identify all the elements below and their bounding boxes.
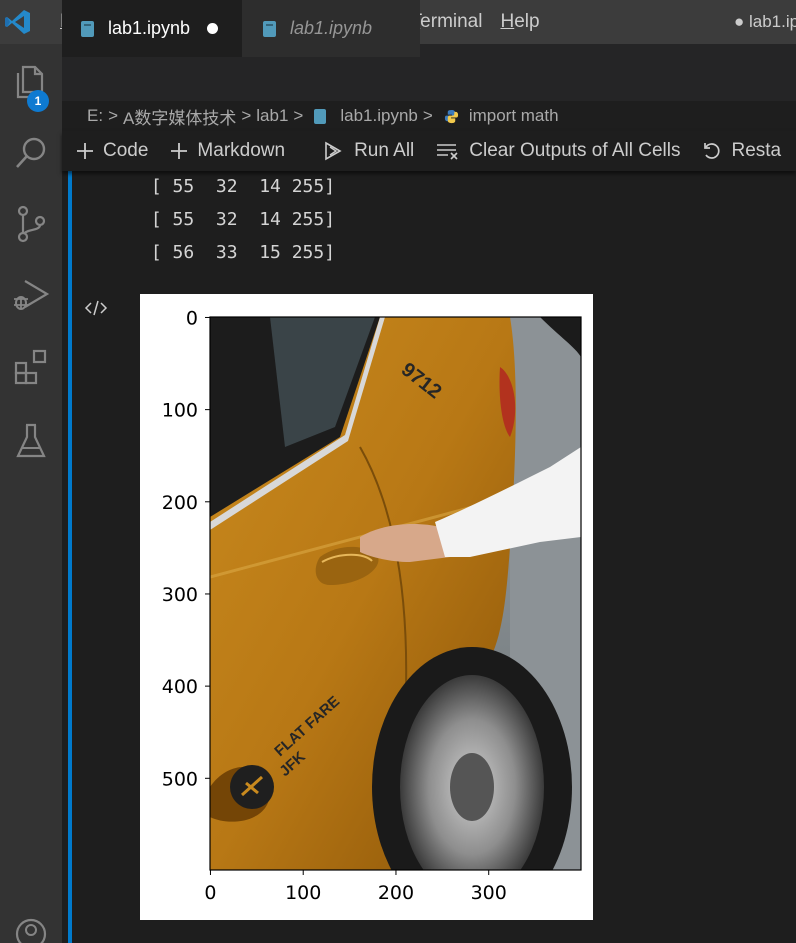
- python-icon: [444, 109, 458, 123]
- image-plot-output: FLAT FARE JFK 9712 0 100 200 300 0 100 200 300 4…: [140, 294, 593, 920]
- output-text-line: [ 55 32 14 255]: [140, 176, 336, 197]
- restart-kernel-button[interactable]: Resta: [702, 140, 781, 162]
- run-all-button[interactable]: Run All: [323, 140, 414, 162]
- notebook-file-icon: [263, 20, 276, 37]
- clear-outputs-button[interactable]: Clear Outputs of All Cells: [436, 140, 680, 162]
- output-mimetype-icon[interactable]: [84, 299, 108, 317]
- activity-bar: 1: [0, 44, 62, 943]
- restart-icon: [702, 141, 722, 161]
- window-title: ● lab1.ip: [734, 12, 796, 31]
- notebook-file-icon: [314, 108, 327, 124]
- breadcrumb-file[interactable]: lab1.ipynb: [308, 106, 418, 126]
- plot-axes: 0 100 200 300 0 100 200 300 400 500: [162, 307, 582, 904]
- breadcrumb-drive[interactable]: E:: [87, 106, 103, 126]
- plus-icon: [76, 142, 94, 160]
- breadcrumb-symbol[interactable]: import math: [438, 106, 559, 126]
- clear-all-icon: [436, 142, 460, 160]
- menu-label-rest: elp: [514, 11, 540, 32]
- run-all-icon: [323, 141, 345, 161]
- output-text-line: [ 56 33 15 255]: [140, 242, 336, 263]
- restart-label: Resta: [731, 140, 782, 161]
- testing-button[interactable]: [0, 411, 62, 471]
- clear-outputs-label: Clear Outputs of All Cells: [469, 140, 681, 161]
- source-control-icon: [17, 205, 46, 243]
- explorer-badge: 1: [27, 90, 49, 112]
- add-code-cell-button[interactable]: Code: [76, 140, 148, 162]
- x-tick-label: 300: [471, 882, 507, 904]
- chevron-right-icon: >: [293, 106, 304, 125]
- notebook-toolbar: Code Markdown Run All Clear Outputs of A…: [62, 131, 796, 171]
- tab-lab1-notebook-active[interactable]: lab1.ipynb: [62, 0, 242, 57]
- breadcrumb-file-label: lab1.ipynb: [340, 106, 418, 125]
- notebook-editor: [ 55 32 14 255] [ 55 32 14 255] [ 56 33 …: [62, 171, 796, 943]
- cell-focus-indicator: [68, 171, 72, 943]
- y-tick-label: 100: [162, 400, 198, 422]
- plot-frame: [209, 316, 582, 871]
- x-tick-label: 0: [204, 882, 216, 904]
- breadcrumb-symbol-label: import math: [468, 106, 559, 125]
- account-icon: [15, 918, 47, 943]
- y-tick-label: 300: [162, 584, 198, 606]
- plus-icon: [170, 142, 188, 160]
- breadcrumb-subfolder[interactable]: lab1: [256, 106, 288, 126]
- x-tick-label: 100: [285, 882, 321, 904]
- chevron-right-icon: >: [108, 106, 118, 125]
- search-icon: [16, 137, 46, 168]
- tab-lab1-notebook-preview[interactable]: lab1.ipynb: [242, 0, 420, 57]
- x-tick-label: 200: [378, 882, 414, 904]
- y-tick-label: 0: [186, 307, 198, 329]
- breadcrumb: E: > A数字媒体技术 > lab1 > lab1.ipynb > impor…: [62, 101, 796, 131]
- add-markdown-label: Markdown: [197, 140, 286, 161]
- extensions-button[interactable]: [0, 336, 62, 396]
- vscode-logo-icon: [5, 10, 30, 34]
- run-debug-icon: [14, 280, 50, 310]
- chevron-right-icon: >: [422, 106, 433, 125]
- add-markdown-cell-button[interactable]: Markdown: [170, 140, 285, 162]
- search-button[interactable]: [0, 123, 62, 183]
- y-tick-label: 200: [162, 492, 198, 514]
- extensions-icon: [14, 349, 47, 385]
- menu-help[interactable]: Help: [494, 0, 545, 44]
- add-code-label: Code: [103, 140, 149, 161]
- unsaved-dot-icon[interactable]: [207, 23, 219, 34]
- chevron-right-icon: >: [241, 106, 252, 125]
- source-control-button[interactable]: [0, 194, 62, 254]
- run-debug-button[interactable]: [0, 265, 62, 325]
- y-tick-label: 500: [162, 768, 198, 790]
- output-text-line: [ 55 32 14 255]: [140, 209, 336, 230]
- menu-mnemonic: H: [500, 11, 515, 32]
- account-button[interactable]: [0, 904, 62, 943]
- tab-label: lab1.ipynb: [290, 18, 373, 38]
- run-all-label: Run All: [354, 140, 415, 161]
- explorer-button[interactable]: 1: [0, 52, 62, 112]
- notebook-file-icon: [81, 20, 94, 37]
- y-tick-label: 400: [162, 676, 198, 698]
- menu-label-rest: erminal: [420, 11, 483, 32]
- tab-label: lab1.ipynb: [108, 18, 191, 38]
- testing-icon: [16, 423, 46, 458]
- breadcrumb-folder[interactable]: A数字媒体技术: [123, 104, 236, 129]
